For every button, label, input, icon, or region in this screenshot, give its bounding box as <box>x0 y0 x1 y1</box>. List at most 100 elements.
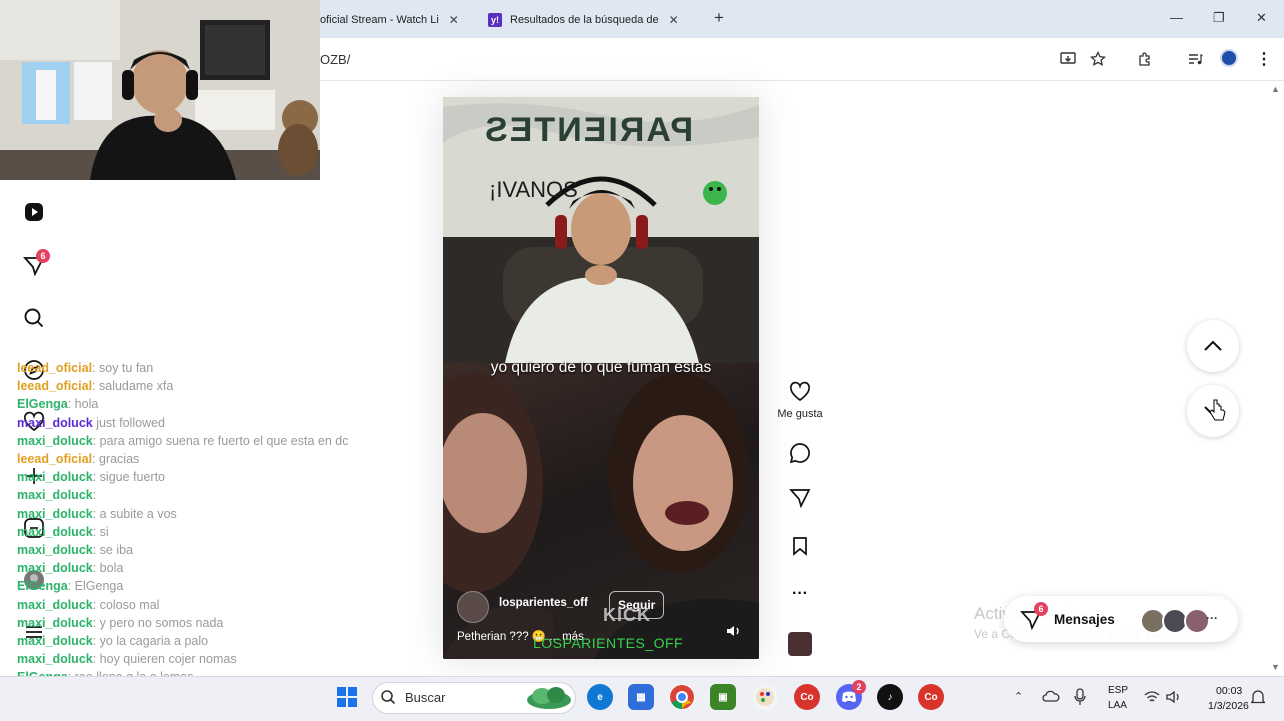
chat-message: maxi_doluck: se iba <box>17 541 442 559</box>
clock-time[interactable]: 00:03 <box>1216 685 1242 697</box>
like-icon[interactable] <box>787 379 813 405</box>
chat-username[interactable]: ElGenga <box>17 579 68 593</box>
extensions-icon[interactable] <box>1134 48 1156 70</box>
url-text[interactable]: OZB/ <box>320 52 350 67</box>
chat-username[interactable]: maxi_doluck <box>17 488 93 502</box>
chat-text: : a subite a vos <box>92 506 177 521</box>
audio-thumbnail[interactable] <box>788 632 812 656</box>
taskbar-search-label: Buscar <box>405 690 446 705</box>
paint-icon[interactable] <box>752 684 778 710</box>
chat-text: : yo la cagaria a palo <box>92 634 209 649</box>
close-icon[interactable]: ✕ <box>449 13 459 27</box>
yahoo-icon: y! <box>488 13 502 27</box>
chrome-icon[interactable] <box>669 684 695 710</box>
chat-username[interactable]: maxi_doluck <box>17 598 93 612</box>
tab-search-results[interactable]: y! Resultados de la búsqueda de ✕ <box>488 6 694 34</box>
chat-username[interactable]: maxi_doluck <box>17 561 93 575</box>
microphone-icon[interactable] <box>1074 688 1086 711</box>
chat-message: maxi_doluck: para amigo suena re fuerto … <box>17 432 442 450</box>
search-highlight-icon <box>526 684 572 715</box>
profile-avatar[interactable] <box>1220 49 1238 67</box>
previous-reel-button[interactable] <box>1187 320 1239 372</box>
layout-indicator[interactable]: LAA <box>1108 700 1127 711</box>
maximize-icon[interactable]: ❐ <box>1213 10 1225 26</box>
video-caption: yo quiero de lo que fuman estas <box>490 359 712 376</box>
app-co-icon-2[interactable]: Co <box>918 684 944 710</box>
install-app-icon[interactable] <box>1057 48 1079 70</box>
chat-username[interactable]: maxi_doluck <box>17 634 93 648</box>
clock-date[interactable]: 1/3/2026 <box>1208 700 1249 712</box>
channel-avatar[interactable] <box>457 591 489 623</box>
chat-username[interactable]: ElGenga <box>17 397 68 411</box>
save-icon[interactable] <box>787 533 813 559</box>
search-icon[interactable] <box>22 306 46 330</box>
chat-message: maxi_doluck: sigue fuerto <box>17 468 442 486</box>
reel-video[interactable]: PARIENTES ¡IVANOS yo quiero de lo que fu… <box>443 97 759 659</box>
tab-title: Resultados de la búsqueda de <box>510 14 659 26</box>
tray-chevron-icon[interactable]: ⌃ <box>1014 690 1023 703</box>
mouse-cursor-icon <box>1208 398 1226 427</box>
messages-badge: 6 <box>1034 602 1048 616</box>
app-co-icon[interactable]: Co <box>794 684 820 710</box>
chat-text: : sigue fuerto <box>92 470 165 485</box>
chat-message: maxi_doluck: coloso mal <box>17 596 442 614</box>
chat-message: maxi_doluck: si <box>17 523 442 541</box>
chat-username[interactable]: maxi_doluck <box>17 470 93 484</box>
store-icon[interactable]: ▦ <box>628 684 654 710</box>
notifications-icon[interactable] <box>1249 689 1267 710</box>
chat-username[interactable]: maxi_doluck <box>17 434 93 448</box>
chat-username[interactable]: leead_oficial <box>17 379 92 393</box>
scroll-up-arrow[interactable]: ▲ <box>1271 84 1280 94</box>
chat-username[interactable]: leead_oficial <box>17 361 92 375</box>
tab-stream[interactable]: oficial Stream - Watch Li ✕ <box>320 6 470 34</box>
chat-text: : saludame xfa <box>92 379 174 394</box>
minimize-icon[interactable]: — <box>1170 10 1183 25</box>
media-control-icon[interactable] <box>1184 48 1206 70</box>
chat-message: maxi_doluck: hoy quieren cojer nomas <box>17 650 442 668</box>
chat-message: maxi_doluck just followed <box>17 414 442 432</box>
menu-kebab-icon[interactable]: ⋮ <box>1253 48 1275 70</box>
chat-username[interactable]: leead_oficial <box>17 452 92 466</box>
windows-start-icon[interactable] <box>336 686 358 713</box>
chat-message: ElGenga: hola <box>17 395 442 413</box>
chat-message: leead_oficial: gracias <box>17 450 442 468</box>
chat-message: leead_oficial: soy tu fan <box>17 359 442 377</box>
edge-icon[interactable]: e <box>587 684 613 710</box>
chat-text: : gracias <box>92 452 140 467</box>
onedrive-icon[interactable] <box>1042 689 1060 708</box>
language-indicator[interactable]: ESP <box>1108 685 1128 696</box>
chat-message: maxi_doluck: <box>17 486 442 504</box>
channel-name[interactable]: losparientes_off <box>499 597 588 609</box>
more-options-icon[interactable]: ··· <box>787 581 813 607</box>
chat-username[interactable]: maxi_doluck <box>17 416 93 430</box>
share-icon[interactable] <box>787 484 813 510</box>
chat-username[interactable]: maxi_doluck <box>17 507 93 521</box>
window-close-icon[interactable]: ✕ <box>1256 10 1267 26</box>
chat-username[interactable]: maxi_doluck <box>17 543 93 557</box>
webcam-overlay <box>0 0 320 180</box>
comment-icon[interactable] <box>787 440 813 466</box>
chat-text: : ElGenga <box>67 579 124 594</box>
chat-text: : y pero no somos nada <box>92 615 224 630</box>
tiktok-icon[interactable]: ♪ <box>877 684 903 710</box>
new-tab-button[interactable]: + <box>714 8 724 28</box>
discord-icon[interactable]: 2 <box>836 680 866 710</box>
chat-text: just followed <box>92 415 165 430</box>
volume-icon[interactable] <box>1166 690 1182 709</box>
chat-message: maxi_doluck: a subite a vos <box>17 505 442 523</box>
stream-chat: leead_oficial: soy tu fan leead_oficial: … <box>17 359 442 705</box>
chat-username[interactable]: maxi_doluck <box>17 525 93 539</box>
scroll-down-arrow[interactable]: ▼ <box>1271 662 1280 672</box>
direct-messages-icon[interactable]: 6 <box>22 249 50 277</box>
minecraft-icon[interactable]: ▣ <box>710 684 736 710</box>
volume-icon[interactable] <box>725 623 743 639</box>
wifi-icon[interactable] <box>1144 690 1160 709</box>
bookmark-star-icon[interactable] <box>1087 48 1109 70</box>
chat-text: : se iba <box>92 543 134 558</box>
close-icon[interactable]: ✕ <box>669 13 679 27</box>
chat-message: maxi_doluck: bola <box>17 559 442 577</box>
chat-username[interactable]: maxi_doluck <box>17 652 93 666</box>
chat-username[interactable]: maxi_doluck <box>17 616 93 630</box>
chat-text: : hola <box>67 397 99 412</box>
reels-icon[interactable] <box>22 200 46 224</box>
